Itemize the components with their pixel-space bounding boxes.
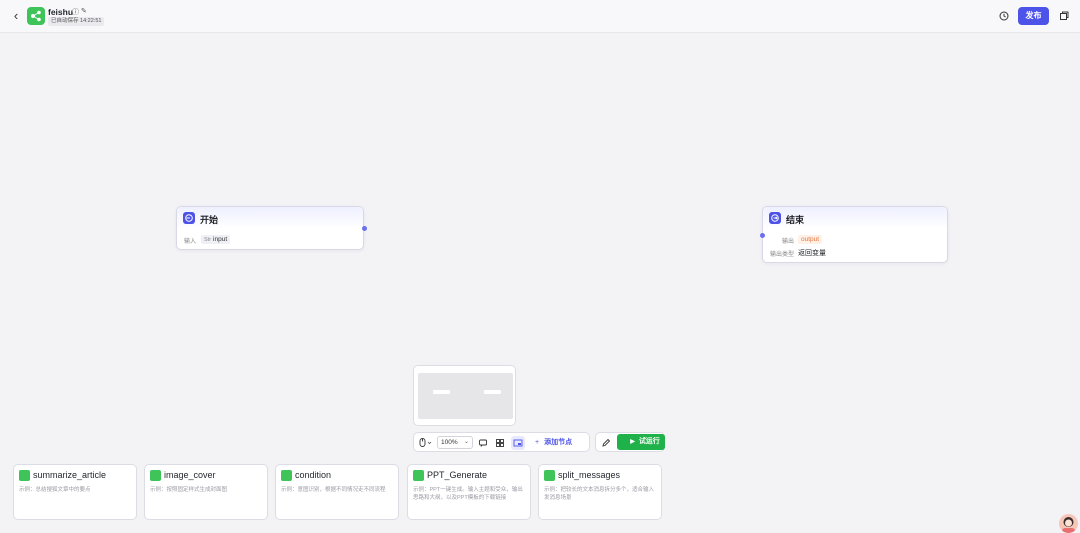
add-node-button[interactable]: + 添加节点 (535, 436, 585, 449)
publish-button[interactable]: 发布 (1018, 7, 1049, 25)
template-title: summarize_article (33, 470, 107, 480)
template-card[interactable]: image_cover 示例：按照固定样式生成封面图 (144, 464, 268, 520)
template-title: PPT_Generate (427, 470, 488, 480)
start-input-name: input (213, 236, 228, 243)
run-toolbar: ▶ 试运行 (595, 432, 665, 452)
start-input-label: 输入 (184, 239, 197, 245)
start-node-header: 开始 (177, 207, 363, 229)
end-node-title: 结束 (786, 215, 805, 225)
template-card[interactable]: summarize_article 示例：总结搜狐文章中的要点 (13, 464, 137, 520)
minimap-end-node (484, 390, 501, 394)
history-icon[interactable] (997, 9, 1011, 23)
chevron-down-icon: ⌄ (463, 439, 469, 445)
template-title: split_messages (558, 470, 621, 480)
template-icon (150, 470, 161, 481)
header-bar: ‹ feishu ⓘ ✎ 已自动保存 14:22:51 发布 (0, 0, 1080, 33)
minimap-toggle-icon[interactable] (511, 436, 525, 450)
zoom-value: 100% (441, 439, 458, 446)
end-output-type-label: 输出类型 (770, 252, 795, 258)
end-output-name: output (801, 236, 820, 243)
copy-icon[interactable] (1057, 9, 1071, 23)
template-icon (19, 470, 30, 481)
end-node-icon (769, 212, 781, 224)
template-icon (413, 470, 424, 481)
end-output-type-value[interactable]: 返回变量 (798, 248, 826, 258)
template-card[interactable]: condition 示例：意图识别，根据不同情况走不同流程 (275, 464, 399, 520)
minimap-viewport[interactable] (418, 373, 513, 419)
template-title: condition (295, 470, 332, 480)
add-node-label: 添加节点 (544, 439, 573, 446)
start-node-title: 开始 (200, 215, 219, 225)
minimap-start-node (433, 390, 450, 394)
test-set-edit-icon[interactable] (600, 437, 612, 449)
template-desc: 示例：意图识别，根据不同情况走不同流程 (281, 487, 386, 493)
test-run-button[interactable]: ▶ 试运行 (617, 434, 665, 450)
info-icon[interactable]: ⓘ (72, 7, 79, 17)
auto-layout-icon[interactable] (494, 437, 506, 449)
template-desc: 示例：把较长的文本消息拆分多个，适合输入发消息场景 (544, 487, 655, 501)
mouse-mode-icon[interactable] (418, 437, 432, 449)
template-icon (544, 470, 555, 481)
start-node-icon (183, 212, 195, 224)
workflow-app-icon (27, 7, 45, 25)
end-output-chip: output (798, 235, 823, 244)
template-desc: 示例：按照固定样式生成封面图 (150, 487, 228, 493)
template-card[interactable]: split_messages 示例：把较长的文本消息拆分多个，适合输入发消息场景 (538, 464, 662, 520)
template-desc: 示例：PPT一键生成。输入主题和受众，输出思路和大纲，以及PPT模板的下载链接 (413, 487, 523, 501)
app-title: feishu (48, 7, 74, 17)
plus-icon: + (535, 439, 540, 446)
template-title: image_cover (164, 470, 216, 480)
comment-icon[interactable] (477, 437, 489, 449)
end-node[interactable]: 结束 输出 output 输出类型 返回变量 (760, 206, 948, 263)
end-node-header: 结束 (763, 207, 947, 229)
back-arrow-icon[interactable]: ‹ (9, 9, 23, 23)
end-output-label: 输出 (782, 239, 795, 245)
assistant-avatar[interactable] (1059, 514, 1078, 533)
autosave-status: 已自动保存 14:22:51 (48, 17, 105, 26)
template-card[interactable]: PPT_Generate 示例：PPT一键生成。输入主题和受众，输出思路和大纲，… (407, 464, 531, 520)
minimap[interactable] (413, 365, 516, 426)
edit-icon[interactable]: ✎ (81, 7, 87, 15)
start-output-port[interactable] (362, 226, 367, 231)
template-desc: 示例：总结搜狐文章中的要点 (19, 487, 91, 493)
start-input-type: Str (204, 237, 212, 243)
template-icon (281, 470, 292, 481)
test-run-label: 试运行 (638, 438, 660, 445)
start-node[interactable]: 开始 输入 Str input (176, 206, 367, 250)
start-input-chip: Str input (201, 235, 231, 244)
canvas-toolbar: 100% ⌄ + 添加节点 (413, 432, 590, 452)
play-icon: ▶ (630, 439, 635, 445)
zoom-select[interactable]: 100% ⌄ (437, 436, 473, 449)
end-input-port[interactable] (760, 233, 765, 238)
